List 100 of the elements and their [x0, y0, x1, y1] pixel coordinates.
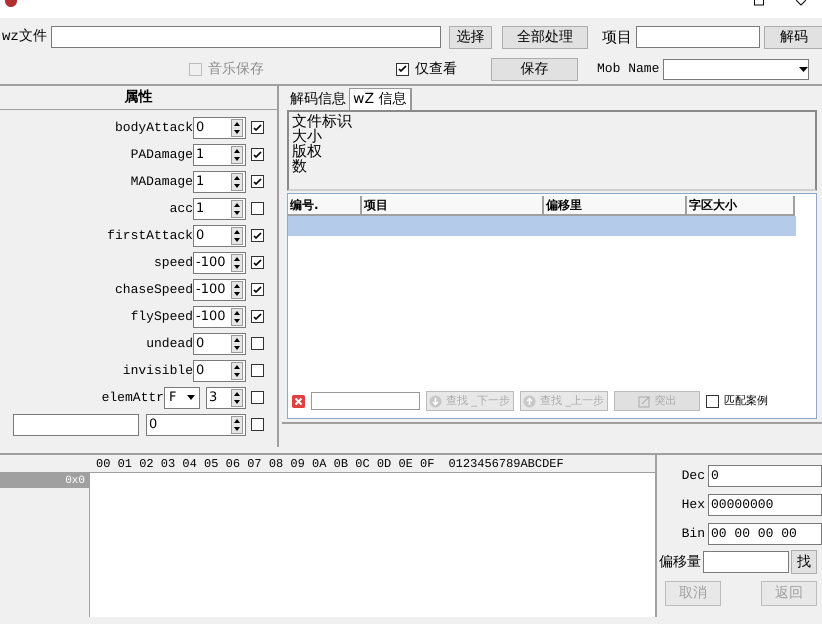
spin-arrows-icon[interactable] [231, 308, 243, 326]
search-field[interactable] [311, 392, 420, 410]
spin-value: 0 [196, 226, 204, 245]
dropdown-arrow-icon [187, 395, 195, 400]
element-select[interactable]: F [164, 386, 200, 408]
spin-field[interactable]: 0 [193, 224, 246, 246]
checkmark-icon [253, 232, 262, 240]
checkbox[interactable] [251, 283, 264, 296]
spin-field[interactable]: 0 [193, 116, 246, 138]
checkmark-icon [253, 178, 262, 186]
spin-field[interactable]: 1 [193, 144, 246, 166]
column-header[interactable]: 字区大小 [687, 196, 795, 216]
tab[interactable]: wZ 信息 [349, 88, 412, 110]
spin-value: 3 [209, 388, 218, 407]
checkmark-icon [253, 124, 262, 132]
spin-arrows-icon[interactable] [231, 172, 243, 190]
offset-label: 偏移量 [659, 552, 701, 572]
spin-field[interactable]: 0 [146, 414, 246, 436]
up-arrow-icon [523, 394, 536, 408]
spin-value: 1 [196, 146, 204, 164]
checkmark-icon [253, 286, 262, 294]
spin-arrows-icon[interactable] [231, 362, 243, 380]
info-line: 数 [292, 159, 307, 174]
checkbox[interactable] [251, 121, 264, 134]
checkmark-icon [253, 150, 262, 158]
element-value: F [169, 388, 176, 407]
property-label: flySpeed [130, 308, 193, 326]
view-only-label: 仅查看 [415, 60, 457, 78]
checkbox[interactable] [706, 394, 719, 408]
mob-name-dropdown[interactable] [663, 58, 810, 80]
property-label: invisible [122, 362, 193, 380]
music-save-label: 音乐保存 [208, 60, 264, 78]
checkbox[interactable] [251, 391, 264, 404]
spin-arrows-icon[interactable] [231, 146, 243, 164]
spin-arrows-icon[interactable] [231, 280, 243, 298]
mob-name-label: Mob Name [597, 60, 660, 78]
info-line: 大小 [292, 129, 322, 144]
spin-value: 0 [149, 416, 158, 434]
checkbox[interactable] [251, 229, 264, 242]
spin-field[interactable]: 0 [193, 332, 246, 354]
spin-arrows-icon[interactable] [231, 254, 243, 272]
select-button[interactable]: 选择 [448, 26, 492, 48]
property-label: bodyAttack [114, 118, 193, 137]
spin-value: 1 [196, 200, 204, 218]
spin-field[interactable]: 1 [193, 198, 246, 220]
spin-value: -100 [196, 254, 226, 272]
spin-value: 0 [196, 362, 204, 380]
spin-arrows-icon[interactable] [231, 200, 243, 218]
spin-field[interactable]: -100 [193, 252, 246, 274]
checkbox[interactable] [251, 418, 264, 431]
item-field[interactable] [636, 26, 760, 48]
property-label: elemAttr [102, 388, 164, 407]
spin-field[interactable]: 0 [193, 360, 246, 382]
match-case-label: 匹配案例 [724, 392, 768, 409]
checkbox[interactable] [251, 364, 264, 377]
name-field[interactable] [13, 414, 139, 436]
property-label: undead [146, 334, 193, 353]
column-header[interactable]: 偏移里 [544, 196, 687, 216]
checkbox[interactable] [251, 202, 264, 215]
find-button[interactable]: 找 [791, 550, 817, 574]
info-line: 版权 [292, 144, 323, 159]
checkmark-icon [398, 65, 407, 73]
converter-label: Bin [682, 524, 705, 543]
decode-button[interactable]: 解码 [764, 26, 822, 48]
checkmark-icon [253, 312, 262, 320]
address-cell: 0x0 [0, 473, 89, 488]
offset-field[interactable] [703, 551, 789, 573]
spin-field[interactable]: -100 [193, 306, 246, 328]
checkbox[interactable] [251, 175, 264, 188]
spin-field[interactable]: 1 [193, 170, 246, 192]
item-label: 项目 [602, 26, 632, 48]
spin-arrows-icon[interactable] [231, 416, 243, 434]
property-label: PADamage [130, 146, 193, 164]
checkbox[interactable] [396, 62, 409, 76]
checkbox[interactable] [251, 148, 264, 161]
clear-icon[interactable] [292, 394, 305, 408]
app-icon [4, 0, 18, 8]
spin-arrows-icon[interactable] [231, 334, 243, 352]
maximize-icon[interactable] [754, 0, 764, 6]
save-button[interactable]: 保存 [491, 58, 578, 80]
checkbox[interactable] [251, 337, 264, 350]
column-header[interactable]: 项目 [362, 196, 544, 216]
info-line: 文件标识 [292, 114, 353, 129]
converter-field[interactable]: 00000000 [708, 494, 822, 516]
spin-value: -100 [196, 308, 226, 326]
spin-arrows-icon[interactable] [231, 388, 243, 406]
spin-field[interactable]: 3 [206, 386, 246, 408]
converter-field[interactable]: 00 00 00 00 [708, 522, 822, 544]
checkbox[interactable] [251, 256, 264, 269]
property-label: chaseSpeed [114, 280, 193, 299]
column-header[interactable]: 编号. [288, 196, 362, 216]
checkbox[interactable] [251, 310, 264, 323]
file-path-field[interactable] [50, 26, 441, 48]
spin-arrows-icon[interactable] [231, 118, 243, 136]
converter-label: Hex [682, 496, 705, 514]
spin-value: -100 [196, 280, 226, 299]
spin-arrows-icon[interactable] [231, 226, 243, 244]
process-all-button[interactable]: 全部处理 [502, 26, 588, 48]
converter-field[interactable]: 0 [708, 464, 822, 486]
spin-field[interactable]: -100 [193, 278, 246, 300]
